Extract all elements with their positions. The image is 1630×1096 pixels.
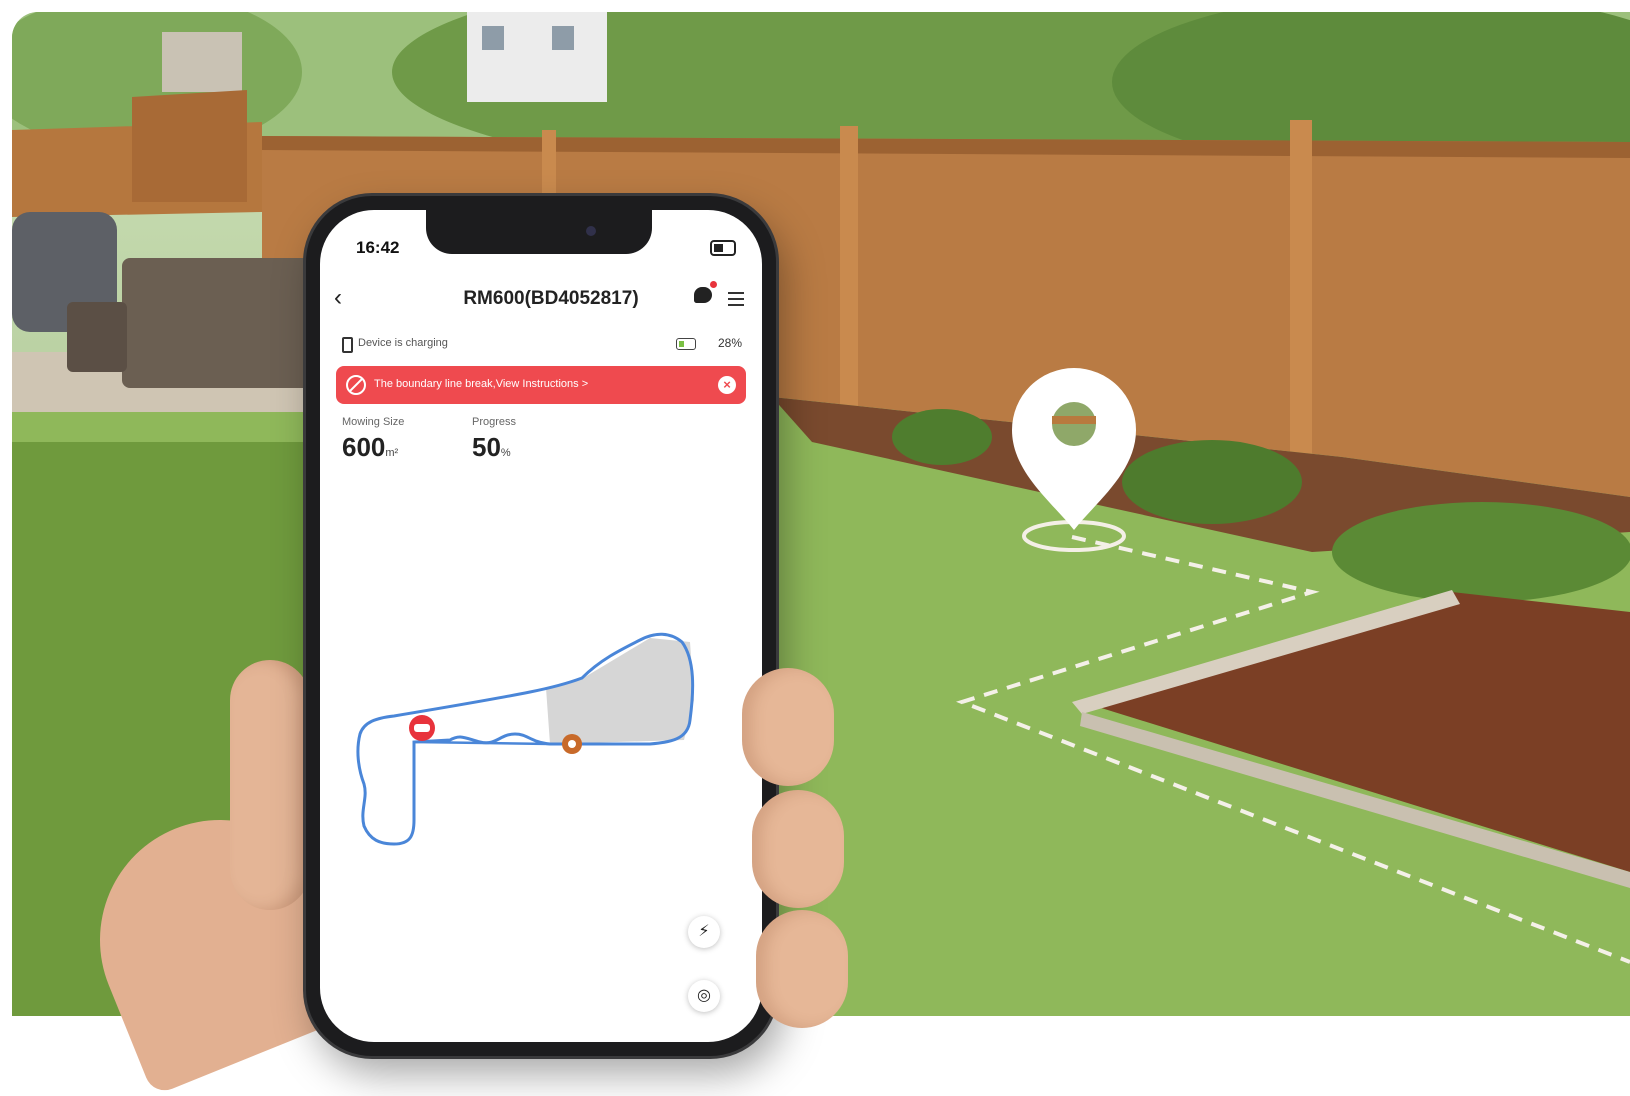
close-icon[interactable]: × (718, 376, 736, 394)
planter (67, 302, 127, 372)
lightning-icon[interactable]: ⚡︎ (688, 916, 720, 948)
mowing-path (413, 740, 551, 746)
fence-post (1290, 120, 1312, 460)
hand-finger (756, 910, 848, 1028)
patio-sofa (122, 258, 312, 388)
status-time: 16:42 (356, 238, 400, 257)
house-window (552, 26, 574, 50)
stat-label: Progress (472, 416, 517, 428)
lawn-map[interactable] (350, 630, 720, 880)
shrub (1332, 502, 1630, 602)
house-window (482, 26, 504, 50)
battery-percent: 28% (717, 336, 742, 350)
plug-icon (342, 337, 353, 353)
shrub (1122, 440, 1302, 524)
charging-status-text: Device is charging (358, 337, 448, 349)
stat-value: 50% (472, 432, 511, 462)
status-battery-icon (710, 240, 736, 256)
mowing-size-stat: Mowing Size 600m² (342, 416, 404, 463)
stat-value: 600m² (342, 432, 399, 462)
smartphone: 16:42 ‹ RM600(BD4052817) Device is charg… (306, 196, 776, 1056)
house-left (162, 32, 242, 92)
hand-finger (752, 790, 844, 908)
fence-post (840, 126, 858, 426)
robot-marker-icon[interactable] (409, 715, 435, 741)
boundary-alert-banner[interactable]: The boundary line break,View Instruction… (336, 366, 746, 404)
stat-unit: % (500, 447, 511, 459)
progress-stat: Progress 50% (472, 416, 516, 463)
house (467, 12, 607, 102)
stat-unit: m² (385, 447, 399, 459)
hand-thumb (230, 660, 310, 910)
hand-finger (742, 668, 834, 786)
base-station-icon[interactable] (562, 734, 582, 754)
alert-message: The boundary line break,View Instruction… (374, 378, 589, 390)
fence-tall (132, 90, 247, 202)
pin-photo-fence (1052, 416, 1096, 424)
mowed-area (546, 638, 694, 744)
stat-label: Mowing Size (342, 416, 405, 428)
phone-notch (426, 210, 652, 254)
battery-icon (676, 338, 696, 350)
menu-icon[interactable] (728, 292, 744, 306)
charging-status-row: Device is charging 28% (338, 334, 744, 356)
chat-icon[interactable] (694, 287, 712, 303)
notification-dot (710, 281, 717, 288)
locate-icon[interactable]: ◎ (688, 980, 720, 1012)
shrub (892, 409, 992, 465)
boundary-alert-icon (346, 375, 366, 395)
app-header: ‹ RM600(BD4052817) (320, 280, 762, 320)
app-screen: 16:42 ‹ RM600(BD4052817) Device is charg… (320, 210, 762, 1042)
